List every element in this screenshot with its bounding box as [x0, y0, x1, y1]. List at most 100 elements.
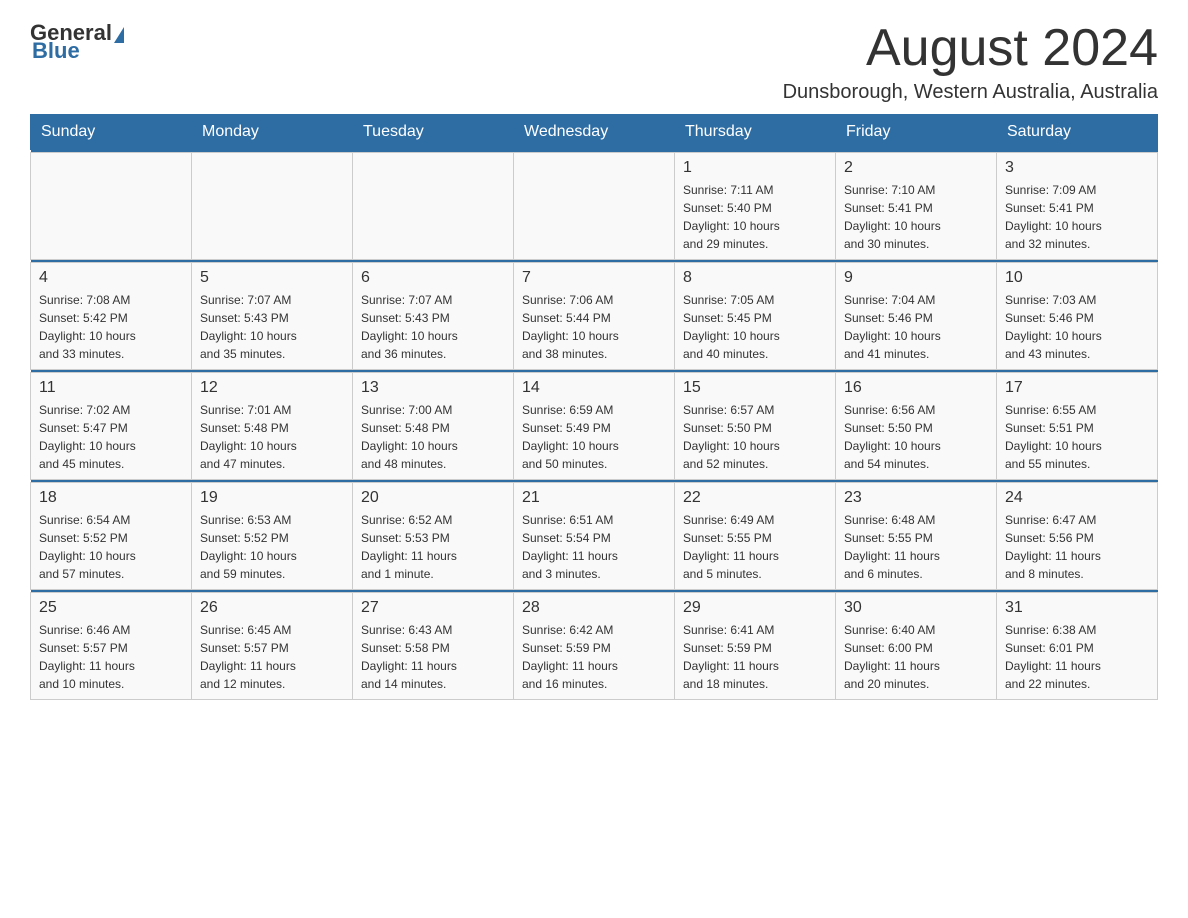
day-cell: 25 Sunrise: 6:46 AM Sunset: 5:57 PM Dayli… [31, 593, 192, 700]
day-info: Sunrise: 6:42 AM Sunset: 5:59 PM Dayligh… [522, 621, 666, 693]
day-info: Sunrise: 7:06 AM Sunset: 5:44 PM Dayligh… [522, 291, 666, 363]
day-cell: 30 Sunrise: 6:40 AM Sunset: 6:00 PM Dayli… [836, 593, 997, 700]
col-monday: Monday [192, 115, 353, 150]
day-info: Sunrise: 6:41 AM Sunset: 5:59 PM Dayligh… [683, 621, 827, 693]
day-number: 27 [361, 599, 505, 617]
day-info: Sunrise: 6:53 AM Sunset: 5:52 PM Dayligh… [200, 511, 344, 583]
day-cell [514, 153, 675, 260]
day-cell: 28Sunrise: 6:42 AM Sunset: 5:59 PM Dayli… [514, 593, 675, 700]
day-info: Sunrise: 6:45 AM Sunset: 5:57 PM Dayligh… [200, 621, 344, 693]
day-cell: 6 Sunrise: 7:07 AM Sunset: 5:43 PM Daylig… [353, 263, 514, 370]
day-info: Sunrise: 6:43 AM Sunset: 5:58 PM Dayligh… [361, 621, 505, 693]
day-info: Sunrise: 7:07 AM Sunset: 5:43 PM Dayligh… [200, 291, 344, 363]
week-row-4: 25 Sunrise: 6:46 AM Sunset: 5:57 PM Dayli… [31, 593, 1158, 700]
day-number: 9 [844, 269, 988, 287]
day-cell [192, 153, 353, 260]
day-cell: 5 Sunrise: 7:07 AM Sunset: 5:43 PM Daylig… [192, 263, 353, 370]
week-row-1: 4Sunrise: 7:08 AM Sunset: 5:42 PM Daylig… [31, 263, 1158, 370]
week-row-3: 18Sunrise: 6:54 AM Sunset: 5:52 PM Dayli… [31, 483, 1158, 590]
day-cell: 13 Sunrise: 7:00 AM Sunset: 5:48 PM Dayli… [353, 373, 514, 480]
day-info: Sunrise: 7:04 AM Sunset: 5:46 PM Dayligh… [844, 291, 988, 363]
day-cell: 16 Sunrise: 6:56 AM Sunset: 5:50 PM Dayli… [836, 373, 997, 480]
day-cell: 4Sunrise: 7:08 AM Sunset: 5:42 PM Daylig… [31, 263, 192, 370]
day-number: 4 [39, 269, 183, 287]
header-row: Sunday Monday Tuesday Wednesday Thursday… [31, 115, 1158, 150]
day-number: 7 [522, 269, 666, 287]
day-cell: 23 Sunrise: 6:48 AM Sunset: 5:55 PM Dayli… [836, 483, 997, 590]
day-number: 17 [1005, 379, 1149, 397]
day-number: 5 [200, 269, 344, 287]
day-number: 13 [361, 379, 505, 397]
col-wednesday: Wednesday [514, 115, 675, 150]
col-tuesday: Tuesday [353, 115, 514, 150]
logo: General Blue [30, 20, 126, 64]
day-number: 21 [522, 489, 666, 507]
day-number: 26 [200, 599, 344, 617]
day-number: 8 [683, 269, 827, 287]
day-number: 6 [361, 269, 505, 287]
day-number: 29 [683, 599, 827, 617]
day-info: Sunrise: 6:52 AM Sunset: 5:53 PM Dayligh… [361, 511, 505, 583]
day-cell: 3Sunrise: 7:09 AM Sunset: 5:41 PM Daylig… [997, 153, 1158, 260]
title-area: August 2024 Dunsborough, Western Austral… [783, 20, 1158, 104]
day-cell: 7 Sunrise: 7:06 AM Sunset: 5:44 PM Daylig… [514, 263, 675, 370]
page-header: General Blue August 2024 Dunsborough, We… [30, 20, 1158, 104]
day-info: Sunrise: 7:10 AM Sunset: 5:41 PM Dayligh… [844, 181, 988, 253]
day-number: 10 [1005, 269, 1149, 287]
day-number: 23 [844, 489, 988, 507]
day-number: 15 [683, 379, 827, 397]
day-info: Sunrise: 6:46 AM Sunset: 5:57 PM Dayligh… [39, 621, 183, 693]
day-cell: 12 Sunrise: 7:01 AM Sunset: 5:48 PM Dayli… [192, 373, 353, 480]
day-cell: 20 Sunrise: 6:52 AM Sunset: 5:53 PM Dayli… [353, 483, 514, 590]
col-thursday: Thursday [675, 115, 836, 150]
day-cell: 15Sunrise: 6:57 AM Sunset: 5:50 PM Dayli… [675, 373, 836, 480]
day-number: 30 [844, 599, 988, 617]
day-cell: 29 Sunrise: 6:41 AM Sunset: 5:59 PM Dayli… [675, 593, 836, 700]
location-title: Dunsborough, Western Australia, Australi… [783, 81, 1158, 104]
day-info: Sunrise: 6:59 AM Sunset: 5:49 PM Dayligh… [522, 401, 666, 473]
logo-triangle-icon [114, 27, 124, 43]
day-number: 14 [522, 379, 666, 397]
day-cell: 11 Sunrise: 7:02 AM Sunset: 5:47 PM Dayli… [31, 373, 192, 480]
day-info: Sunrise: 6:51 AM Sunset: 5:54 PM Dayligh… [522, 511, 666, 583]
day-info: Sunrise: 7:02 AM Sunset: 5:47 PM Dayligh… [39, 401, 183, 473]
day-number: 12 [200, 379, 344, 397]
day-cell: 9 Sunrise: 7:04 AM Sunset: 5:46 PM Daylig… [836, 263, 997, 370]
day-number: 3 [1005, 159, 1149, 177]
day-number: 11 [39, 379, 183, 397]
day-number: 31 [1005, 599, 1149, 617]
day-info: Sunrise: 6:40 AM Sunset: 6:00 PM Dayligh… [844, 621, 988, 693]
day-cell: 18Sunrise: 6:54 AM Sunset: 5:52 PM Dayli… [31, 483, 192, 590]
day-cell: 19 Sunrise: 6:53 AM Sunset: 5:52 PM Dayli… [192, 483, 353, 590]
day-number: 22 [683, 489, 827, 507]
day-info: Sunrise: 6:47 AM Sunset: 5:56 PM Dayligh… [1005, 511, 1149, 583]
day-number: 20 [361, 489, 505, 507]
day-info: Sunrise: 7:05 AM Sunset: 5:45 PM Dayligh… [683, 291, 827, 363]
day-cell: 1 Sunrise: 7:11 AM Sunset: 5:40 PM Daylig… [675, 153, 836, 260]
day-cell: 22 Sunrise: 6:49 AM Sunset: 5:55 PM Dayli… [675, 483, 836, 590]
week-row-0: 1 Sunrise: 7:11 AM Sunset: 5:40 PM Daylig… [31, 153, 1158, 260]
day-info: Sunrise: 7:07 AM Sunset: 5:43 PM Dayligh… [361, 291, 505, 363]
day-cell: 14 Sunrise: 6:59 AM Sunset: 5:49 PM Dayli… [514, 373, 675, 480]
day-number: 25 [39, 599, 183, 617]
day-number: 19 [200, 489, 344, 507]
logo-blue-text: Blue [32, 38, 80, 63]
col-sunday: Sunday [31, 115, 192, 150]
day-cell [31, 153, 192, 260]
day-number: 16 [844, 379, 988, 397]
day-info: Sunrise: 6:55 AM Sunset: 5:51 PM Dayligh… [1005, 401, 1149, 473]
month-title: August 2024 [783, 20, 1158, 77]
day-info: Sunrise: 6:49 AM Sunset: 5:55 PM Dayligh… [683, 511, 827, 583]
col-friday: Friday [836, 115, 997, 150]
day-info: Sunrise: 6:38 AM Sunset: 6:01 PM Dayligh… [1005, 621, 1149, 693]
day-info: Sunrise: 7:00 AM Sunset: 5:48 PM Dayligh… [361, 401, 505, 473]
day-number: 18 [39, 489, 183, 507]
day-cell: 27 Sunrise: 6:43 AM Sunset: 5:58 PM Dayli… [353, 593, 514, 700]
day-number: 1 [683, 159, 827, 177]
day-info: Sunrise: 6:48 AM Sunset: 5:55 PM Dayligh… [844, 511, 988, 583]
day-info: Sunrise: 6:56 AM Sunset: 5:50 PM Dayligh… [844, 401, 988, 473]
day-cell: 8 Sunrise: 7:05 AM Sunset: 5:45 PM Daylig… [675, 263, 836, 370]
day-cell: 31 Sunrise: 6:38 AM Sunset: 6:01 PM Dayli… [997, 593, 1158, 700]
day-info: Sunrise: 7:01 AM Sunset: 5:48 PM Dayligh… [200, 401, 344, 473]
day-info: Sunrise: 7:11 AM Sunset: 5:40 PM Dayligh… [683, 181, 827, 253]
